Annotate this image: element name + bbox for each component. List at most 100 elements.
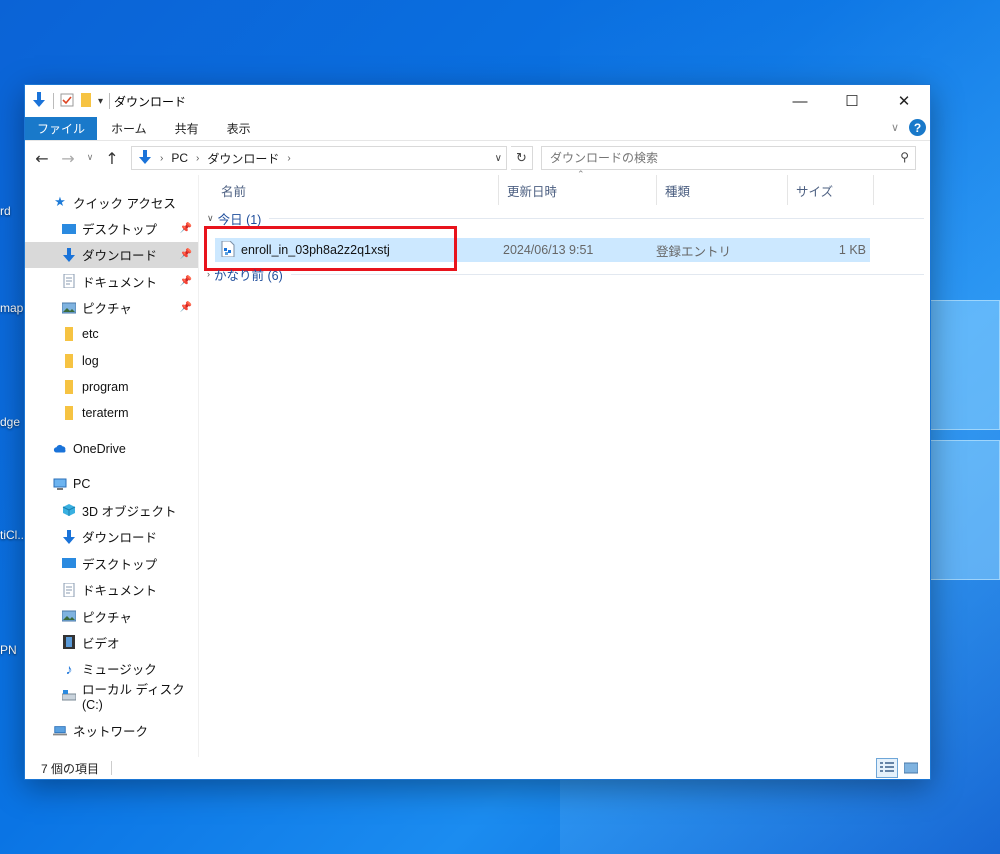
breadcrumb-downloads[interactable]: ダウンロード: [207, 150, 279, 167]
ribbon-right-controls: ∨ ?: [891, 119, 926, 136]
quick-access-toolbar: ▾: [25, 91, 111, 112]
document-folder-icon: [62, 582, 76, 597]
column-header-type[interactable]: 種類: [656, 175, 787, 205]
nav-quick-access[interactable]: ★ クイック アクセス: [25, 189, 198, 215]
network-icon: [53, 724, 67, 738]
column-header-size[interactable]: サイズ: [787, 175, 874, 205]
video-folder-icon: [62, 635, 76, 650]
nav-label: log: [82, 353, 99, 368]
breadcrumb-separator[interactable]: ›: [287, 153, 290, 164]
nav-item-teraterm[interactable]: teraterm: [25, 400, 198, 426]
nav-item-etc[interactable]: etc: [25, 321, 198, 347]
windows-logo-decoration: [930, 300, 1000, 590]
nav-pc[interactable]: PC: [25, 471, 198, 497]
file-type: 登録エントリ: [656, 244, 732, 259]
search-box[interactable]: ⚲: [541, 146, 916, 170]
nav-label: ミュージック: [82, 663, 157, 678]
address-bar[interactable]: › PC › ダウンロード › ∨: [131, 146, 507, 170]
picture-folder-icon: [62, 301, 76, 315]
nav-label: PC: [73, 477, 91, 492]
document-folder-icon: [62, 274, 76, 289]
help-icon[interactable]: ?: [909, 119, 926, 136]
nav-item-pc-downloads[interactable]: ダウンロード: [25, 524, 198, 550]
breadcrumb-separator[interactable]: ›: [196, 153, 199, 164]
expand-ribbon-icon[interactable]: ∨: [891, 121, 899, 134]
close-button[interactable]: ✕: [878, 85, 930, 117]
pin-icon[interactable]: 📌: [180, 302, 192, 313]
nav-label: ドキュメント: [82, 584, 158, 599]
pin-icon[interactable]: 📌: [180, 276, 192, 287]
nav-item-program[interactable]: program: [25, 374, 198, 400]
collapse-chevron-icon[interactable]: ∨: [207, 213, 214, 224]
pin-icon[interactable]: 📌: [180, 249, 192, 260]
tab-share[interactable]: 共有: [161, 117, 213, 140]
window-title: ダウンロード: [114, 94, 187, 109]
desktop-folder-icon: [62, 556, 76, 570]
search-input[interactable]: [550, 151, 870, 165]
expand-chevron-icon[interactable]: ›: [207, 269, 210, 279]
nav-label: program: [82, 379, 129, 394]
nav-onedrive[interactable]: OneDrive: [25, 436, 198, 462]
3d-objects-icon: [62, 503, 76, 517]
pin-icon[interactable]: 📌: [180, 223, 192, 234]
nav-item-pc-desktop[interactable]: デスクトップ: [25, 550, 198, 576]
large-icons-view-icon[interactable]: [900, 758, 922, 778]
search-icon[interactable]: ⚲: [900, 150, 909, 164]
minimize-button[interactable]: —: [774, 85, 826, 117]
explorer-body: ★ クイック アクセス デスクトップ 📌 ダウンロード 📌 ドキュメント 📌 ピ: [25, 169, 930, 757]
desktop-icon-label[interactable]: dge: [0, 415, 20, 429]
recent-locations-icon[interactable]: ∨: [83, 153, 97, 163]
group-label: 今日 (1): [217, 212, 262, 227]
nav-item-local-disk[interactable]: ローカル ディスク (C:): [25, 682, 198, 712]
tab-view[interactable]: 表示: [213, 117, 265, 140]
download-folder-icon: [62, 529, 76, 544]
tab-file[interactable]: ファイル: [25, 117, 98, 140]
status-bar: 7 個の項目: [25, 757, 930, 779]
breadcrumb-separator[interactable]: ›: [160, 153, 163, 164]
nav-item-documents[interactable]: ドキュメント 📌: [25, 268, 198, 294]
desktop-icon-label[interactable]: map: [0, 301, 23, 315]
tab-home[interactable]: ホーム: [97, 117, 161, 140]
maximize-button[interactable]: ☐: [826, 85, 878, 117]
nav-item-log[interactable]: log: [25, 347, 198, 373]
nav-item-pc-documents[interactable]: ドキュメント: [25, 576, 198, 602]
back-button[interactable]: ←: [31, 149, 53, 168]
nav-label: デスクトップ: [82, 223, 158, 238]
download-arrow-icon[interactable]: [31, 91, 47, 112]
nav-label: OneDrive: [73, 441, 126, 456]
nav-label: クイック アクセス: [73, 196, 176, 211]
nav-label: デスクトップ: [82, 557, 158, 572]
desktop-icon-label[interactable]: rd: [0, 204, 11, 218]
nav-network[interactable]: ネットワーク: [25, 717, 198, 743]
title-bar[interactable]: ▾ ダウンロード — ☐ ✕: [25, 85, 930, 117]
ribbon-tabs: ファイル ホーム 共有 表示 ∨ ?: [25, 117, 930, 141]
nav-item-desktop[interactable]: デスクトップ 📌: [25, 215, 198, 241]
file-size: 1 KB: [838, 243, 866, 257]
nav-label: ダウンロード: [82, 531, 158, 546]
nav-item-3d-objects[interactable]: 3D オブジェクト: [25, 497, 198, 523]
address-dropdown-icon[interactable]: ∨: [495, 153, 502, 164]
toolbar-divider: [53, 93, 54, 109]
address-row: ← → ∨ ↑ › PC › ダウンロード › ∨ ↻ ⚲: [25, 141, 930, 175]
up-button[interactable]: ↑: [101, 149, 123, 168]
nav-item-pictures[interactable]: ピクチャ 📌: [25, 295, 198, 321]
folder-icon: [62, 379, 76, 394]
desktop-icon-label[interactable]: PN: [0, 643, 17, 657]
nav-item-pc-pictures[interactable]: ピクチャ: [25, 603, 198, 629]
properties-icon[interactable]: [60, 93, 74, 110]
details-view-icon[interactable]: [876, 758, 898, 778]
column-header-modified[interactable]: 更新日時: [498, 175, 656, 205]
nav-label: ダウンロード: [82, 249, 158, 264]
nav-label: ネットワーク: [73, 725, 149, 740]
nav-item-videos[interactable]: ビデオ: [25, 629, 198, 655]
refresh-button[interactable]: ↻: [511, 146, 533, 170]
column-header-name[interactable]: 名前: [199, 175, 498, 205]
new-folder-icon[interactable]: [80, 92, 92, 111]
breadcrumb-pc[interactable]: PC: [171, 151, 188, 165]
customize-dropdown-icon[interactable]: ▾: [98, 96, 103, 107]
forward-button[interactable]: →: [57, 149, 79, 168]
toolbar-divider: [109, 93, 111, 109]
group-header-older[interactable]: › かなり前 (6): [199, 263, 930, 285]
nav-label: ドキュメント: [82, 275, 158, 290]
nav-item-downloads[interactable]: ダウンロード 📌: [25, 241, 198, 269]
